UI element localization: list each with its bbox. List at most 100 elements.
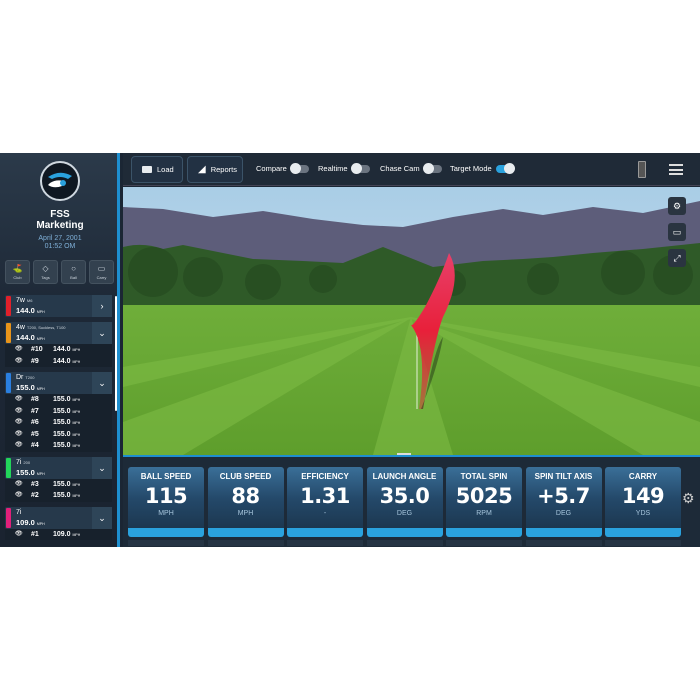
chevron-down-icon[interactable]: ⌄ bbox=[92, 456, 112, 479]
club-header[interactable]: 7i 109.0 MPH ⌄ bbox=[5, 506, 112, 529]
shot-number: #6 bbox=[31, 419, 39, 426]
shot-speed: 155.0 bbox=[53, 492, 71, 499]
shot-row[interactable]: 👁 #4 155.0 MPH bbox=[5, 440, 112, 452]
shot-speed: 144.0 bbox=[53, 346, 71, 353]
metric-value: 149 bbox=[621, 484, 665, 508]
metric-card[interactable]: SPIN TILT AXIS +5.7 DEG bbox=[525, 467, 602, 546]
eye-icon[interactable]: 👁 bbox=[15, 395, 23, 402]
filter-label: Club bbox=[13, 275, 22, 280]
club-header[interactable]: 7i 200 155.0 MPH ⌄ bbox=[5, 456, 112, 479]
metric-card[interactable]: CLUB SPEED 88 MPH bbox=[207, 467, 284, 546]
shot-number: #2 bbox=[31, 492, 39, 499]
shot-row[interactable]: 👁 #3 155.0 MPH bbox=[5, 478, 112, 490]
chevron-down-icon[interactable]: ⌄ bbox=[92, 322, 112, 344]
club-group: 7i 109.0 MPH ⌄ 👁 #1 109.0 MPH bbox=[5, 506, 112, 540]
eye-icon[interactable]: 👁 bbox=[15, 357, 23, 364]
shot-number: #9 bbox=[31, 357, 39, 365]
club-header[interactable]: 7w M6 144.0 MPH › bbox=[5, 295, 112, 317]
shot-row[interactable]: 👁 #6 155.0 MPH bbox=[5, 417, 112, 429]
chevron-down-icon[interactable]: ⌄ bbox=[92, 372, 112, 394]
metric-title: LAUNCH ANGLE bbox=[372, 472, 437, 481]
metric-unit: DEG bbox=[396, 510, 413, 517]
club-header[interactable]: Dr T200 155.0 MPH ⌄ bbox=[5, 372, 112, 394]
metric-card[interactable]: LAUNCH ANGLE 35.0 DEG bbox=[366, 467, 443, 546]
filter-tags-button[interactable]: ◇ Tags bbox=[33, 260, 58, 284]
shot-list-scrollbar[interactable] bbox=[115, 296, 117, 411]
shot-row[interactable]: 👁 #5 155.0 MPH bbox=[5, 428, 112, 440]
club-group: 4w T200, Suckless, T100 144.0 MPH ⌄ 👁 #10 144… bbox=[5, 322, 112, 367]
metric-unit: MPH bbox=[158, 510, 174, 517]
filter-club-button[interactable]: ⛳ Club bbox=[5, 260, 30, 284]
shot-speed: 155.0 bbox=[53, 419, 71, 426]
toggle-switch[interactable] bbox=[422, 163, 442, 174]
shot-row[interactable]: 👁 #1 109.0 MPH bbox=[5, 528, 112, 540]
shot-row[interactable]: 👁 #2 155.0 MPH bbox=[5, 490, 112, 502]
eye-icon[interactable]: 👁 bbox=[15, 418, 23, 425]
shot-number: #8 bbox=[31, 396, 39, 403]
user-name-line2: Marketing bbox=[36, 220, 84, 231]
club-header[interactable]: 4w T200, Suckless, T100 144.0 MPH ⌄ bbox=[5, 322, 112, 344]
chevron-right-icon[interactable]: › bbox=[92, 295, 112, 317]
metric-card[interactable]: BALL SPEED 115 MPH bbox=[128, 467, 204, 546]
device-icon[interactable] bbox=[638, 161, 646, 178]
speed-unit: MPH bbox=[72, 359, 81, 364]
speed-unit: MPH bbox=[72, 494, 81, 498]
fullscreen-icon[interactable]: ⤢ bbox=[668, 249, 686, 267]
chevron-down-icon[interactable]: ⌄ bbox=[92, 506, 112, 529]
eye-icon[interactable]: 👁 bbox=[15, 430, 23, 437]
eye-icon[interactable]: 👁 bbox=[15, 441, 23, 448]
toggle-realtime[interactable]: Realtime bbox=[318, 163, 370, 174]
metric-accent-bar bbox=[287, 528, 363, 537]
metric-title: EFFICIENCY bbox=[301, 472, 349, 481]
menu-icon[interactable] bbox=[669, 164, 683, 175]
metric-accent-bar bbox=[128, 528, 204, 537]
toggle-switch[interactable] bbox=[350, 163, 370, 174]
scene-settings-icon[interactable]: ⚙ bbox=[668, 197, 686, 215]
toggle-chase-cam[interactable]: Chase Cam bbox=[380, 163, 442, 174]
metric-title: BALL SPEED bbox=[140, 472, 192, 481]
reports-button[interactable]: ◢ Reports bbox=[187, 156, 243, 183]
shot-row[interactable]: 👁 #10 144.0 MPH bbox=[5, 344, 112, 356]
eye-icon[interactable]: 👁 bbox=[15, 407, 23, 414]
metric-accent-bar bbox=[366, 528, 443, 537]
range-3d-view[interactable]: ⚙ ▭ ⤢ bbox=[123, 187, 700, 455]
metric-reflection bbox=[446, 540, 522, 546]
tag-icon: ◇ bbox=[42, 264, 49, 273]
club-model: T200 bbox=[25, 375, 35, 380]
load-button[interactable]: Load bbox=[131, 156, 183, 183]
club-model: T200, Suckless, T100 bbox=[26, 325, 66, 330]
eye-icon[interactable]: 👁 bbox=[15, 480, 23, 487]
shot-row[interactable]: 👁 #8 155.0 MPH bbox=[5, 394, 112, 406]
shot-speed: 155.0 bbox=[53, 430, 71, 438]
metric-card[interactable]: CARRY 149 YDS bbox=[605, 467, 681, 546]
brand-logo bbox=[40, 161, 80, 201]
filter-label: Tags bbox=[41, 275, 50, 280]
metric-title: CARRY bbox=[628, 472, 658, 481]
shot-speed: 155.0 bbox=[53, 407, 71, 415]
metric-unit: RPM bbox=[476, 510, 492, 517]
club-speed: 144.0 bbox=[16, 333, 35, 342]
eye-icon[interactable]: 👁 bbox=[15, 530, 23, 537]
metrics-settings-icon[interactable]: ⚙ bbox=[682, 490, 695, 507]
shot-speed: 155.0 bbox=[53, 480, 71, 488]
eye-icon[interactable]: 👁 bbox=[15, 491, 23, 498]
camera-icon[interactable]: ▭ bbox=[668, 223, 686, 241]
club-name: 7w bbox=[16, 297, 25, 304]
metric-card[interactable]: EFFICIENCY 1.31 - bbox=[287, 467, 363, 546]
toggle-switch[interactable] bbox=[495, 163, 515, 174]
speed-unit: MPH bbox=[72, 444, 81, 448]
toggle-switch[interactable] bbox=[289, 163, 309, 174]
shot-row[interactable]: 👁 #7 155.0 MPH bbox=[5, 405, 112, 417]
toggle-compare[interactable]: Compare bbox=[256, 163, 309, 174]
metric-unit: - bbox=[323, 510, 327, 517]
club-speed: 155.0 bbox=[16, 467, 35, 477]
shot-row[interactable]: 👁 #9 144.0 MPH bbox=[5, 355, 112, 367]
metric-title: CLUB SPEED bbox=[219, 472, 272, 481]
eye-icon[interactable]: 👁 bbox=[15, 345, 23, 352]
shot-speed: 155.0 bbox=[53, 442, 71, 449]
filter-carry-button[interactable]: ▭ Carry bbox=[89, 260, 114, 284]
toggle-target-mode[interactable]: Target Mode bbox=[450, 163, 515, 174]
filter-ball-button[interactable]: ○ Ball bbox=[61, 260, 86, 284]
metric-card[interactable]: TOTAL SPIN 5025 RPM bbox=[446, 467, 522, 546]
club-group: 7i 200 155.0 MPH ⌄ 👁 #3 155.0 MPH 👁 #2 155.0 MPH bbox=[5, 456, 112, 502]
